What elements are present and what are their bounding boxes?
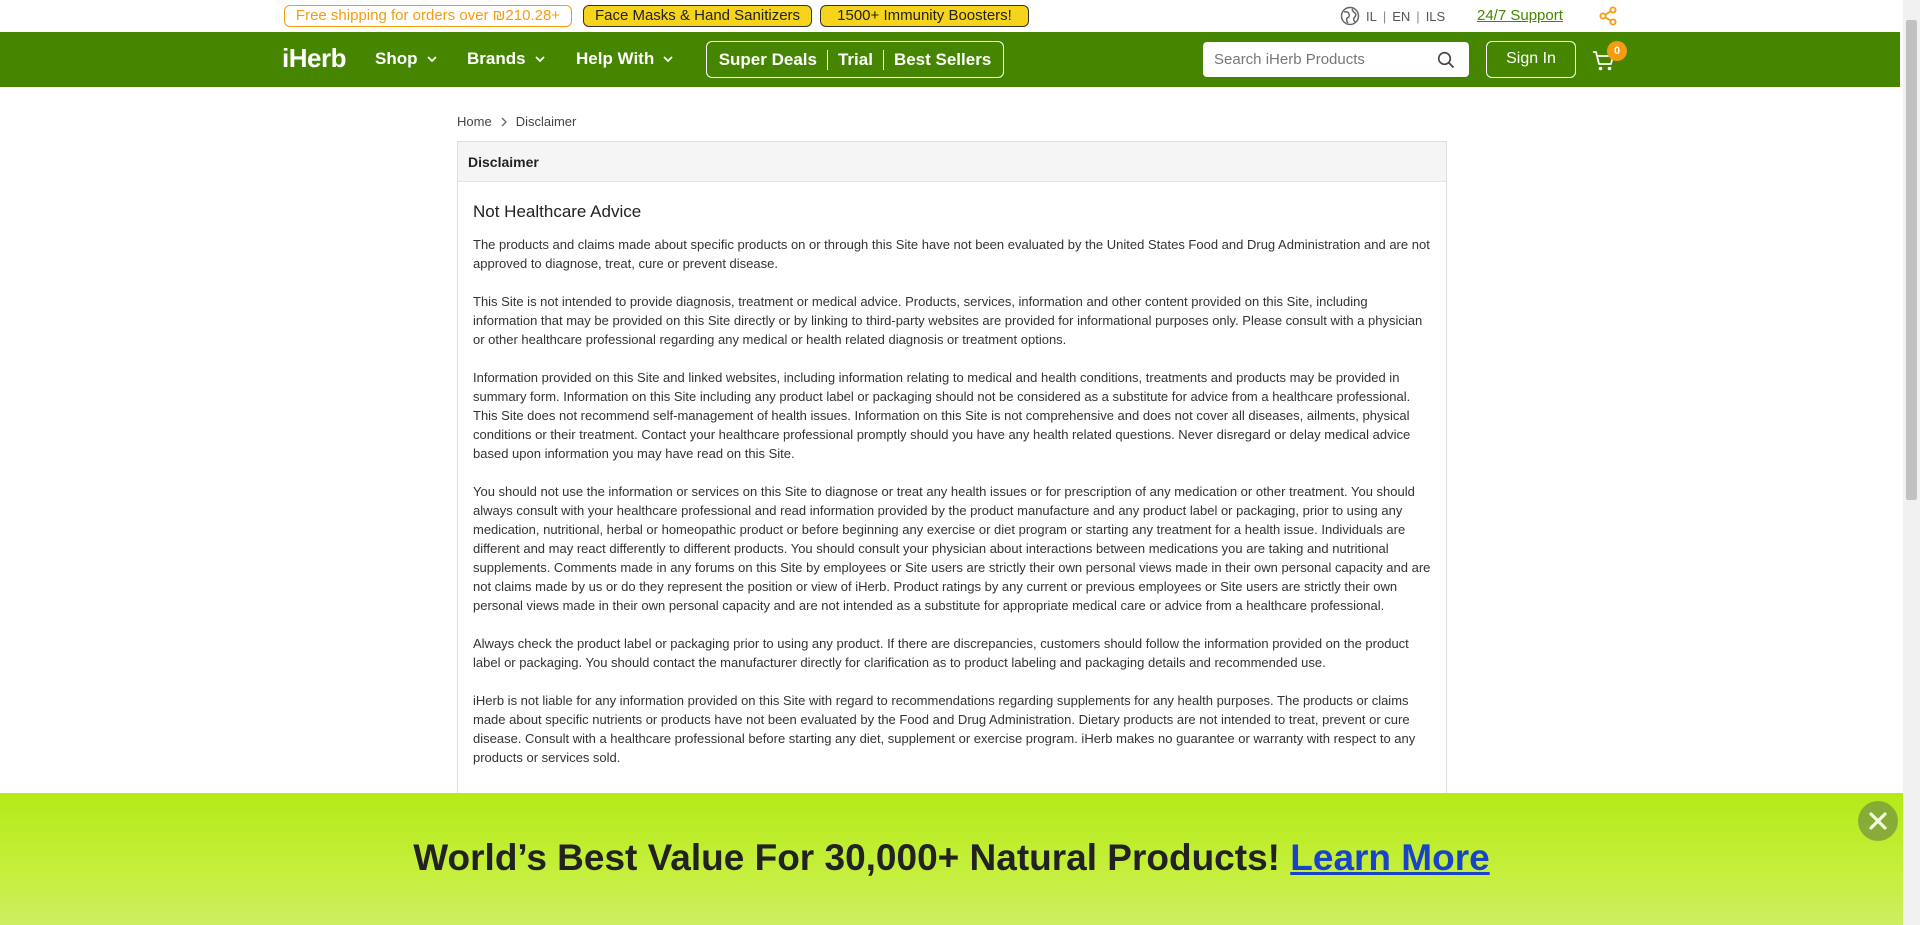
nav-help-with[interactable]: Help With — [576, 49, 674, 69]
nav-shop[interactable]: Shop — [375, 49, 438, 69]
locale-selector[interactable]: IL | EN | ILS — [1340, 6, 1445, 26]
locale-country: IL — [1366, 8, 1377, 24]
close-banner-button[interactable] — [1858, 801, 1898, 841]
iherb-logo[interactable]: iHerb — [282, 43, 346, 74]
nav-brands[interactable]: Brands — [467, 49, 546, 69]
disclaimer-paragraph: Always check the product label or packag… — [473, 636, 1409, 670]
immunity-boosters-pill[interactable]: 1500+ Immunity Boosters! — [820, 5, 1029, 27]
breadcrumb-home[interactable]: Home — [457, 114, 492, 129]
best-sellers-link[interactable]: Best Sellers — [894, 50, 991, 70]
disclaimer-paragraph: iHerb is not liable for any information … — [473, 693, 1416, 765]
deals-divider — [882, 49, 884, 70]
sign-in-button[interactable]: Sign In — [1486, 41, 1576, 78]
deals-divider — [826, 49, 828, 70]
disclaimer-paragraph: You should not use the information or se… — [473, 484, 1431, 613]
locale-divider: | — [1382, 8, 1387, 24]
disclaimer-paragraph: Information provided on this Site and li… — [473, 370, 1411, 461]
nav-help-label: Help With — [576, 49, 655, 68]
scrollbar-thumb[interactable] — [1906, 20, 1917, 500]
face-masks-pill[interactable]: Face Masks & Hand Sanitizers — [583, 5, 812, 27]
search-input[interactable] — [1203, 42, 1423, 77]
chevron-down-icon — [663, 56, 673, 63]
banner-text: World’s Best Value For 30,000+ Natural P… — [413, 837, 1291, 878]
disclaimer-paragraph: The products and claims made about speci… — [473, 237, 1430, 271]
deals-group: Super Deals Trial Best Sellers — [706, 41, 1004, 78]
chevron-right-icon — [501, 117, 507, 126]
search-box — [1203, 42, 1469, 77]
breadcrumb-current: Disclaimer — [515, 114, 577, 129]
promo-topbar: Free shipping for orders over ₪210.28+ F… — [0, 0, 1900, 32]
cart-count-badge: 0 — [1607, 41, 1627, 61]
promo-banner: World’s Best Value For 30,000+ Natural P… — [0, 793, 1903, 925]
globe-icon — [1340, 6, 1360, 26]
search-icon[interactable] — [1437, 51, 1455, 69]
super-deals-link[interactable]: Super Deals — [719, 50, 817, 70]
chevron-down-icon — [534, 56, 545, 63]
support-link[interactable]: 24/7 Support — [1477, 7, 1563, 24]
panel-header: Disclaimer — [458, 142, 1446, 182]
page-scrollbar[interactable] — [1903, 0, 1920, 925]
banner-message: World’s Best Value For 30,000+ Natural P… — [0, 837, 1903, 879]
nav-brands-label: Brands — [467, 49, 526, 68]
disclaimer-paragraph: This Site is not intended to provide dia… — [473, 294, 1423, 347]
chevron-down-icon — [426, 56, 437, 63]
breadcrumb: Home Disclaimer — [457, 114, 576, 129]
locale-divider: | — [1416, 8, 1420, 24]
free-shipping-pill[interactable]: Free shipping for orders over ₪210.28+ — [284, 5, 572, 27]
locale-language: EN — [1392, 8, 1411, 24]
learn-more-link[interactable]: Learn More — [1290, 837, 1489, 878]
close-icon — [1869, 812, 1887, 830]
panel-body: Not Healthcare Advice The products and c… — [458, 182, 1446, 767]
section-title: Not Healthcare Advice — [473, 202, 642, 221]
trial-link[interactable]: Trial — [838, 50, 873, 70]
share-icon[interactable] — [1598, 6, 1618, 26]
nav-shop-label: Shop — [375, 49, 418, 68]
locale-currency: ILS — [1425, 8, 1446, 24]
